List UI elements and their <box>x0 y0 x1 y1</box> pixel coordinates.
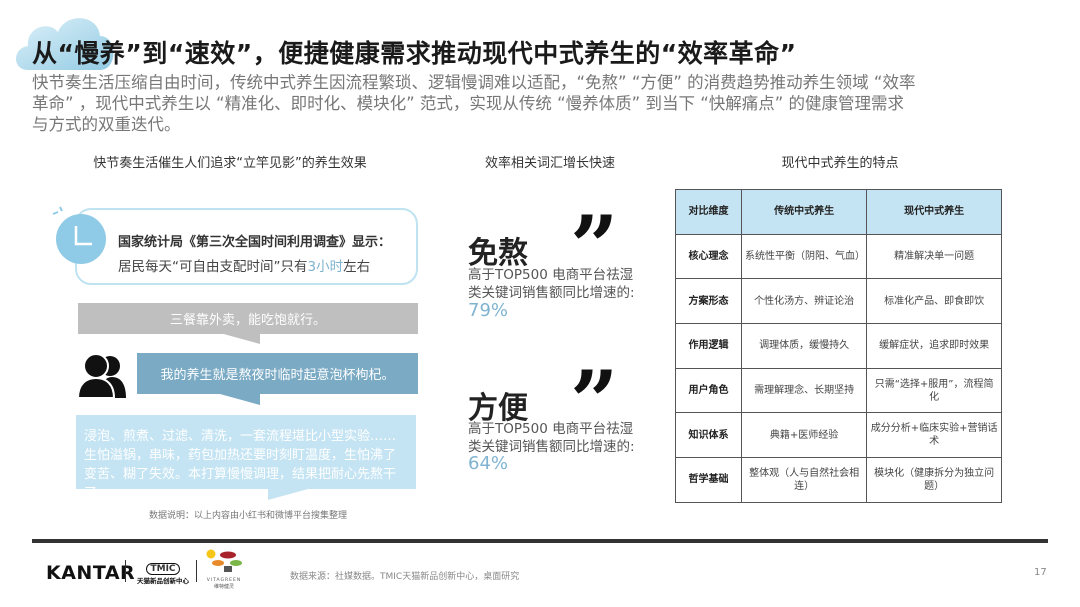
row-dimension: 哲学基础 <box>675 457 742 503</box>
bubble-tail <box>220 333 260 344</box>
quote-bubble: 浸泡、煎煮、过滤、清洗，一套流程堪比小型实验……生怕溢锅，串味，药包加热还要时刻… <box>76 415 416 501</box>
subtitle-line: 与方式的双重迭代。 <box>32 115 181 134</box>
cell: 调理体质，缓慢持久 <box>740 323 868 369</box>
stat-text: 居民每天“可自由支配时间”只有3小时左右 <box>118 255 370 275</box>
clock-icon <box>56 214 106 264</box>
keyword-desc: 高于TOP500 电商平台祛湿 <box>468 267 634 283</box>
clock-ring-marks-icon <box>52 206 63 215</box>
row-dimension: 核心理念 <box>675 233 742 280</box>
kantar-logo: KANTAR <box>46 562 136 584</box>
subtitle-line: 革命” ，现代中式养生以 “精准化、即时化、模块化” 范式，实现从传统 “慢养体… <box>32 94 905 113</box>
table-row: 作用逻辑 调理体质，缓慢持久 缓解症状，追求即时效果 <box>675 323 1002 369</box>
keyword-value: 64% <box>468 453 509 474</box>
middle-heading: 效率相关词汇增长快速 <box>484 156 615 171</box>
data-source: 数据来源：社媒数据。TMIC天猫新品创新中心，桌面研究 <box>290 572 520 582</box>
col-header: 对比维度 <box>675 189 742 235</box>
stat-highlight: 3小时 <box>307 259 344 275</box>
cell: 成分分析+临床实验+营销话术 <box>866 412 1002 459</box>
stat-source: 国家统计局《第三次全国时间利用调查》显示： <box>118 235 392 250</box>
cell: 精准解决单一问题 <box>866 233 1002 280</box>
table-header: 对比维度 传统中式养生 现代中式养生 <box>675 189 1002 235</box>
stat-text-pre: 居民每天“可自由支配时间”只有 <box>118 259 308 275</box>
data-note: 数据说明：以上内容由小红书和微博平台搜集整理 <box>148 511 347 521</box>
cell: 缓解症状，追求即时效果 <box>866 323 1002 369</box>
table-row: 方案形态 个性化汤方、辨证论治 标准化产品、即食即饮 <box>675 278 1002 325</box>
quote-bubble: 三餐靠外卖，能吃饱就行。 <box>78 303 418 334</box>
logo-separator <box>196 560 197 582</box>
row-dimension: 知识体系 <box>675 412 742 459</box>
table-row: 知识体系 典籍+医师经验 成分分析+临床实验+营销话术 <box>675 412 1002 459</box>
tmic-logo: TMIC 天猫新品创新中心 <box>134 556 192 585</box>
cell: 典籍+医师经验 <box>740 412 868 459</box>
bubble-tail <box>220 394 260 405</box>
row-dimension: 方案形态 <box>675 278 742 325</box>
table-row: 哲学基础 整体观（人与自然社会相连） 模块化（健康拆分为独立问题） <box>675 457 1002 503</box>
vitagreen-logo: VITAGREEN 维特健灵 <box>204 548 244 590</box>
bubble-tail <box>268 489 308 500</box>
logo-separator <box>125 560 126 582</box>
footer-divider <box>32 539 1048 543</box>
vitagreen-logo-cn: 维特健灵 <box>213 584 234 590</box>
row-dimension: 作用逻辑 <box>675 323 742 369</box>
cell: 只需“选择+服用”，流程简化 <box>866 367 1002 414</box>
stat-text-post: 左右 <box>343 259 371 275</box>
page-subtitle: 快节奏生活压缩自由时间，传统中式养生因流程繁琐、逻辑慢调难以适配，“免熬” “方… <box>32 72 1052 135</box>
comparison-table: 对比维度 传统中式养生 现代中式养生 核心理念 系统性平衡（阴阳、气血） 精准解决单一问… <box>675 189 1002 503</box>
cell: 个性化汤方、辨证论治 <box>740 278 868 325</box>
right-heading: 现代中式养生的特点 <box>781 156 899 171</box>
cell: 需理解理念、长期坚持 <box>740 367 868 414</box>
tmic-logo-text: 天猫新品创新中心 <box>137 577 189 585</box>
quote-bubble: 我的养生就是熬夜时临时起意泡杯枸杞。 <box>137 353 418 394</box>
cell: 模块化（健康拆分为独立问题） <box>866 457 1002 503</box>
page-number: 17 <box>1034 567 1047 578</box>
tmic-logo-mark: TMIC <box>146 563 180 575</box>
keyword-desc: 高于TOP500 电商平台祛湿 <box>468 421 634 437</box>
col-header: 传统中式养生 <box>740 189 868 235</box>
table-row: 用户角色 需理解理念、长期坚持 只需“选择+服用”，流程简化 <box>675 367 1002 414</box>
cell: 标准化产品、即食即饮 <box>866 278 1002 325</box>
row-dimension: 用户角色 <box>675 367 742 414</box>
cell: 系统性平衡（阴阳、气血） <box>740 233 868 280</box>
cell: 整体观（人与自然社会相连） <box>740 457 868 503</box>
subtitle-line: 快节奏生活压缩自由时间，传统中式养生因流程繁琐、逻辑慢调难以适配，“免熬” “方… <box>32 73 916 92</box>
vitagreen-logo-mark <box>206 549 242 572</box>
col-header: 现代中式养生 <box>866 189 1002 235</box>
table-row: 核心理念 系统性平衡（阴阳、气血） 精准解决单一问题 <box>675 233 1002 280</box>
users-icon <box>76 353 126 399</box>
keyword-value: 79% <box>468 300 509 321</box>
left-heading: 快节奏生活催生人们追求“立竿见影”的养生效果 <box>93 156 367 171</box>
page-title: 从“慢养”到“速效”，便捷健康需求推动现代中式养生的“效率革命” <box>32 39 797 68</box>
